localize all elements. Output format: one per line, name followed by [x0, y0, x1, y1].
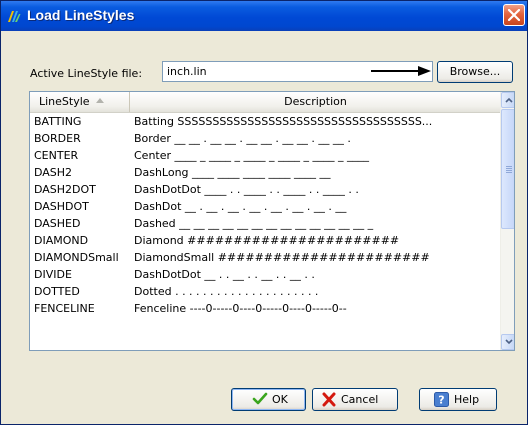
linestyle-name-cell: DIAMONDSmall [34, 251, 119, 264]
browse-button[interactable]: Browse... [437, 61, 513, 83]
linestyle-description-cell: Dotted . . . . . . . . . . . . . . . . .… [134, 285, 319, 298]
vertical-scrollbar[interactable] [500, 92, 514, 350]
list-row[interactable]: DASHED Dashed __ __ __ __ __ __ __ __ __ … [30, 215, 500, 232]
linestyle-description-cell: DashDotDot ____ . . ____ . . ____ . . __… [134, 183, 359, 196]
help-button-label: Help [454, 393, 480, 406]
help-icon: ? [434, 392, 449, 407]
list-row[interactable]: DASH2 DashLong ____ ____ ____ ____ ____ _… [30, 164, 500, 181]
list-row[interactable]: DIVIDE DashDotDot __ . . __ . . __ . . __… [30, 266, 500, 283]
linestyle-description-cell: Border __ __ . __ __ . __ __ . __ __ . _… [134, 132, 351, 145]
column-header-linestyle[interactable]: LineStyle [30, 92, 130, 112]
chevron-down-icon [505, 339, 513, 345]
list-row[interactable]: DIAMONDSmall DiamondSmall ###############… [30, 249, 500, 266]
list-row[interactable]: DASH2DOT DashDotDot ____ . . ____ . . ___… [30, 181, 500, 198]
list-row[interactable]: CENTER Center ____ _ ____ _ ____ _ ____ _… [30, 147, 500, 164]
scroll-up-button[interactable] [501, 92, 514, 108]
scrollbar-thumb[interactable] [501, 109, 514, 229]
linestyle-list[interactable]: LineStyle Description BATTING Batting SSS… [29, 91, 515, 351]
close-button[interactable] [503, 4, 525, 26]
linestyle-name-cell: DIVIDE [34, 268, 72, 281]
list-header: LineStyle Description [30, 92, 500, 113]
arrow-right-icon [371, 66, 431, 76]
linestyle-description-cell: DashDotDot __ . . __ . . __ . . __ . . [134, 268, 315, 281]
active-linestyle-file-label: Active LineStyle file: [30, 67, 143, 80]
linestyle-description-cell: Dashed __ __ __ __ __ __ __ __ __ __ __ … [134, 217, 374, 230]
scroll-down-button[interactable] [501, 334, 514, 350]
linestyle-description-cell: DashDot __ . __ . __ . __ . __ . __ . __… [134, 200, 347, 213]
checkmark-icon [252, 392, 268, 405]
linestyle-app-icon [8, 11, 21, 22]
linestyle-name-cell: DOTTED [34, 285, 80, 298]
help-button[interactable]: ? Help [419, 388, 497, 411]
linestyle-name-cell: FENCELINE [34, 302, 95, 315]
close-icon [508, 9, 520, 21]
svg-text:?: ? [438, 394, 444, 407]
linestyle-name-cell: CENTER [34, 149, 79, 162]
linestyle-description-cell: Center ____ _ ____ _ ____ _ ____ _ ____ … [134, 149, 369, 162]
list-row[interactable]: FENCELINE Fenceline ----0-----0----0-----… [30, 300, 500, 317]
list-row[interactable]: BORDER Border __ __ . __ __ . __ __ . __ … [30, 130, 500, 147]
scrollbar-grip [506, 166, 512, 173]
list-row[interactable]: DOTTED Dotted . . . . . . . . . . . . . .… [30, 283, 500, 300]
x-icon [322, 392, 336, 407]
linestyle-description-cell: Diamond ####################### [134, 234, 400, 247]
ok-button-label: OK [272, 393, 288, 406]
load-linestyles-dialog: Load LineStyles Active LineStyle file: B… [0, 0, 528, 425]
linestyle-description-cell: Batting SSSSSSSSSSSSSSSSSSSSSSSSSSSSSSSS… [134, 115, 433, 128]
linestyle-name-cell: BORDER [34, 132, 81, 145]
linestyle-name-cell: DASH2 [34, 166, 73, 179]
linestyle-description-cell: DashLong ____ ____ ____ ____ ____ __ [134, 166, 331, 179]
linestyle-name-cell: DASHDOT [34, 200, 89, 213]
column-header-description[interactable]: Description [131, 92, 500, 112]
chevron-up-icon [505, 97, 513, 103]
linestyle-name-cell: DASH2DOT [34, 183, 96, 196]
sort-ascending-icon [96, 98, 104, 103]
cancel-button-label: Cancel [341, 393, 379, 406]
linestyle-description-cell: Fenceline ----0-----0----0-----0----0---… [134, 302, 347, 315]
ok-button[interactable]: OK [231, 388, 306, 411]
list-row[interactable]: DASHDOT DashDot __ . __ . __ . __ . __ . … [30, 198, 500, 215]
title-bar[interactable]: Load LineStyles [1, 1, 527, 31]
linestyle-name-cell: DASHED [34, 217, 81, 230]
column-header-linestyle-label: LineStyle [39, 95, 90, 108]
list-row[interactable]: BATTING Batting SSSSSSSSSSSSSSSSSSSSSSSSS… [30, 113, 500, 130]
linestyle-description-cell: DiamondSmall ####################### [134, 251, 430, 264]
cancel-button[interactable]: Cancel [312, 388, 398, 411]
linestyle-name-cell: BATTING [34, 115, 82, 128]
list-row[interactable]: DIAMOND Diamond ####################### [30, 232, 500, 249]
list-rows: BATTING Batting SSSSSSSSSSSSSSSSSSSSSSSSS… [30, 113, 500, 350]
window-title: Load LineStyles [27, 7, 135, 23]
linestyle-name-cell: DIAMOND [34, 234, 89, 247]
